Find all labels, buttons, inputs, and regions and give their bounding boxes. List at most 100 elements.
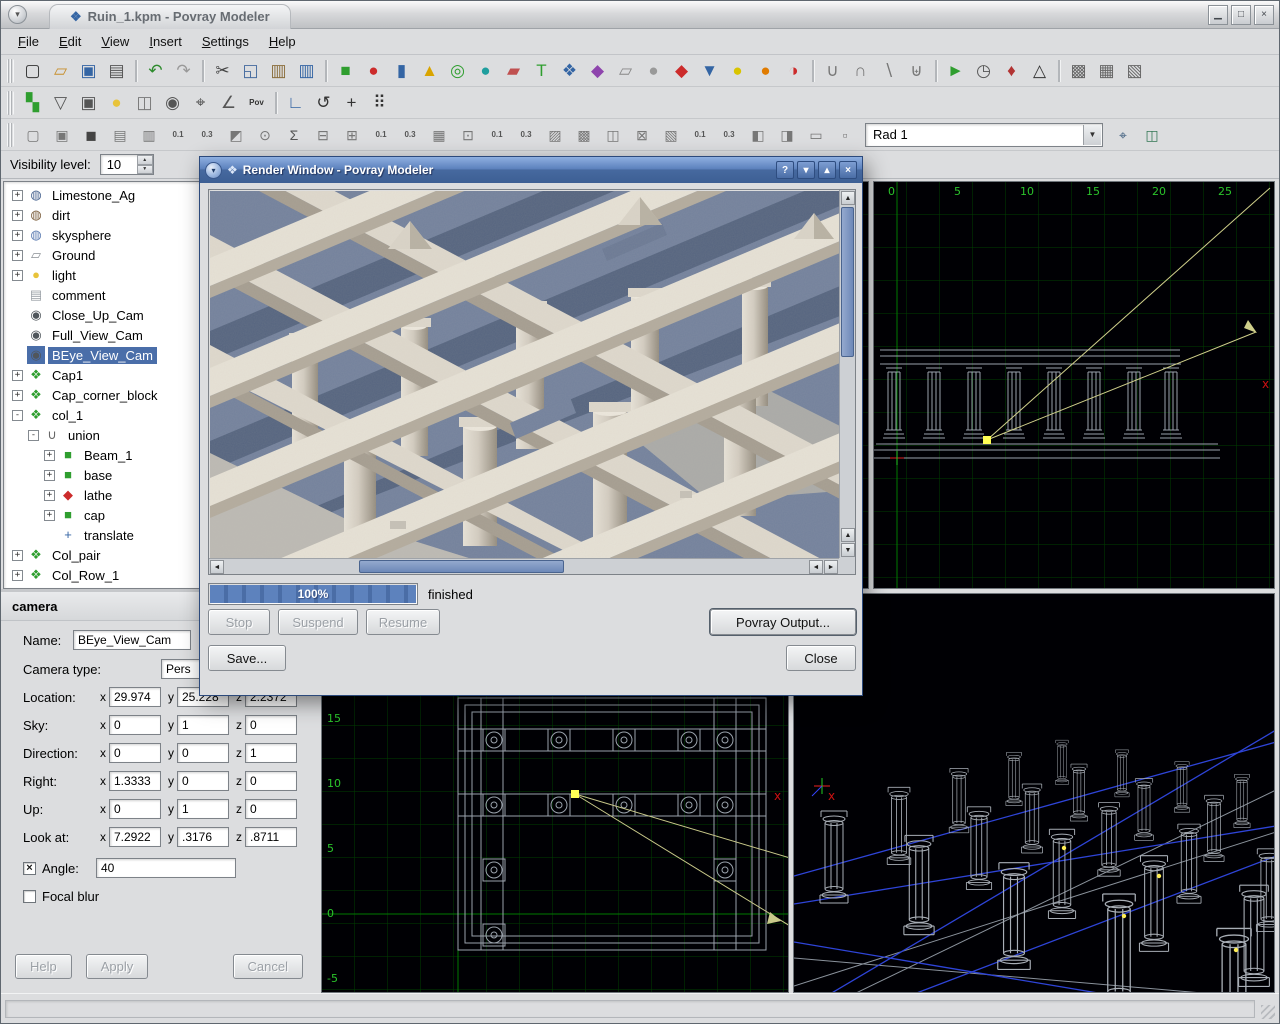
vector-field-z[interactable]: 1 bbox=[245, 743, 297, 763]
spin-down-icon[interactable]: ▼ bbox=[137, 165, 153, 175]
system-menu-icon[interactable]: ▾ bbox=[8, 5, 27, 24]
menu-item-insert[interactable]: Insert bbox=[140, 31, 191, 52]
apply-button[interactable]: Apply bbox=[86, 954, 149, 979]
dialog-help-button[interactable]: ? bbox=[776, 161, 794, 179]
vertical-scrollbar[interactable]: ▲ ▲ ▼ bbox=[839, 190, 855, 558]
vector-field-z[interactable]: 0 bbox=[245, 715, 297, 735]
front-viewport[interactable]: x 0510152025 bbox=[873, 181, 1275, 589]
polygon-icon[interactable]: ▼ bbox=[696, 58, 723, 84]
tree-expander-icon[interactable]: + bbox=[12, 230, 23, 241]
blob-icon[interactable]: ● bbox=[472, 58, 499, 84]
vector-field-y[interactable]: 1 bbox=[177, 799, 229, 819]
tex-slot-icon[interactable]: 0.3 bbox=[396, 122, 424, 147]
vector-field-z[interactable]: 0 bbox=[245, 799, 297, 819]
close-button[interactable]: × bbox=[1254, 5, 1274, 25]
print-icon[interactable]: ▤ bbox=[103, 58, 130, 84]
tree-expander-icon[interactable]: + bbox=[12, 390, 23, 401]
help-button[interactable]: Help bbox=[15, 954, 72, 979]
visibility-spinner[interactable]: 10 ▲ ▼ bbox=[100, 154, 154, 175]
texture-icon[interactable]: ▩ bbox=[1065, 58, 1092, 84]
tex-slot-icon[interactable]: 0.1 bbox=[483, 122, 511, 147]
torus-icon[interactable]: ◎ bbox=[444, 58, 471, 84]
minimize-button[interactable]: ▁ bbox=[1208, 5, 1228, 25]
copy-icon[interactable]: ◱ bbox=[237, 58, 264, 84]
dialog-close-button[interactable]: × bbox=[839, 161, 857, 179]
move-icon[interactable]: + bbox=[338, 90, 365, 116]
tree-expander-icon[interactable]: + bbox=[12, 190, 23, 201]
tree-expander-icon[interactable]: + bbox=[44, 450, 55, 461]
redo-icon[interactable]: ↷ bbox=[170, 58, 197, 84]
isosurface-icon[interactable]: ❖ bbox=[556, 58, 583, 84]
quadric-icon[interactable]: ◆ bbox=[668, 58, 695, 84]
vector-field-x[interactable]: 29.974 bbox=[109, 687, 161, 707]
open-folder-icon[interactable]: ▱ bbox=[47, 58, 74, 84]
tex-slot-icon[interactable]: ▥ bbox=[135, 122, 163, 147]
sphere-icon[interactable]: ● bbox=[360, 58, 387, 84]
spin-up-icon[interactable]: ▲ bbox=[137, 155, 153, 165]
dialog-system-menu-icon[interactable]: ▾ bbox=[205, 162, 222, 179]
csg-union-icon[interactable]: ∪ bbox=[819, 58, 846, 84]
tex-slot-icon[interactable]: ◧ bbox=[744, 122, 772, 147]
texture-map-icon[interactable]: ▚ bbox=[19, 90, 46, 116]
name-field[interactable]: BEye_View_Cam bbox=[73, 630, 191, 650]
tex-slot-icon[interactable]: ▫ bbox=[831, 122, 859, 147]
clock-icon[interactable]: ◷ bbox=[970, 58, 997, 84]
menu-item-file[interactable]: File bbox=[9, 31, 48, 52]
disc-icon[interactable]: ● bbox=[724, 58, 751, 84]
povray-output-button[interactable]: Povray Output... bbox=[710, 609, 856, 635]
tex-slot-icon[interactable]: ⊙ bbox=[251, 122, 279, 147]
scroll-left-icon[interactable]: ◄ bbox=[809, 560, 823, 574]
menu-item-edit[interactable]: Edit bbox=[50, 31, 90, 52]
finish-icon[interactable]: ● bbox=[103, 90, 130, 116]
tex-slot-icon[interactable]: ◫ bbox=[599, 122, 627, 147]
scroll-right-icon[interactable]: ► bbox=[824, 560, 838, 574]
vertical-scroll-thumb[interactable] bbox=[841, 207, 854, 357]
tree-expander-icon[interactable]: + bbox=[44, 510, 55, 521]
superellipsoid-icon[interactable]: ● bbox=[752, 58, 779, 84]
tex-slot-icon[interactable]: ▩ bbox=[570, 122, 598, 147]
angle-field[interactable]: 40 bbox=[96, 858, 236, 878]
pov-export-icon[interactable]: Pov bbox=[243, 90, 270, 116]
tex-slot-icon[interactable]: ▣ bbox=[48, 122, 76, 147]
focal-blur-checkbox[interactable] bbox=[23, 890, 36, 903]
pattern-icon[interactable]: ◫ bbox=[131, 90, 158, 116]
suspend-button[interactable]: Suspend bbox=[278, 609, 358, 635]
tex-slot-icon[interactable]: 0.1 bbox=[367, 122, 395, 147]
cut-icon[interactable]: ✂ bbox=[209, 58, 236, 84]
dialog-maximize-button[interactable]: ▴ bbox=[818, 161, 836, 179]
tree-expander-icon[interactable]: + bbox=[12, 210, 23, 221]
toolbar-handle[interactable] bbox=[7, 91, 14, 115]
tree-expander-icon[interactable]: + bbox=[12, 270, 23, 281]
split-view-icon[interactable]: ◫ bbox=[1138, 122, 1166, 147]
tex-slot-icon[interactable]: ▭ bbox=[802, 122, 830, 147]
csg-icon[interactable]: ◑ bbox=[780, 58, 807, 84]
vector-field-z[interactable]: 0 bbox=[245, 771, 297, 791]
save-icon[interactable]: ▣ bbox=[75, 58, 102, 84]
horizontal-scroll-thumb[interactable] bbox=[359, 560, 564, 573]
vector-field-y[interactable]: 0 bbox=[177, 771, 229, 791]
box-icon[interactable]: ■ bbox=[332, 58, 359, 84]
tex-slot-icon[interactable]: ⊞ bbox=[338, 122, 366, 147]
maximize-button[interactable]: □ bbox=[1231, 5, 1251, 25]
rotate-icon[interactable]: ↺ bbox=[310, 90, 337, 116]
tex-slot-icon[interactable]: ▨ bbox=[541, 122, 569, 147]
csg-difference-icon[interactable]: ∖ bbox=[875, 58, 902, 84]
cylinder-icon[interactable]: ▮ bbox=[388, 58, 415, 84]
tex-slot-icon[interactable]: ▦ bbox=[425, 122, 453, 147]
tree-expander-icon[interactable]: + bbox=[12, 550, 23, 561]
menu-item-view[interactable]: View bbox=[92, 31, 138, 52]
axes-icon[interactable]: ∟ bbox=[282, 90, 309, 116]
horizontal-scrollbar[interactable]: ◄ ◄ ► bbox=[209, 558, 839, 574]
scroll-up-icon[interactable]: ▲ bbox=[841, 528, 855, 542]
vector-field-y[interactable]: 1 bbox=[177, 715, 229, 735]
vector-field-x[interactable]: 7.2922 bbox=[109, 827, 161, 847]
undo-icon[interactable]: ↶ bbox=[142, 58, 169, 84]
vector-field-x[interactable]: 0 bbox=[109, 743, 161, 763]
wireframe-viewport[interactable]: x bbox=[793, 593, 1275, 993]
tree-expander-icon[interactable]: + bbox=[12, 250, 23, 261]
preset-combobox[interactable]: Rad 1 ▼ bbox=[865, 123, 1103, 147]
tex-slot-icon[interactable]: ◩ bbox=[222, 122, 250, 147]
menu-item-settings[interactable]: Settings bbox=[193, 31, 258, 52]
media-icon[interactable]: ▧ bbox=[1121, 58, 1148, 84]
paste-alt-icon[interactable]: ▥ bbox=[293, 58, 320, 84]
